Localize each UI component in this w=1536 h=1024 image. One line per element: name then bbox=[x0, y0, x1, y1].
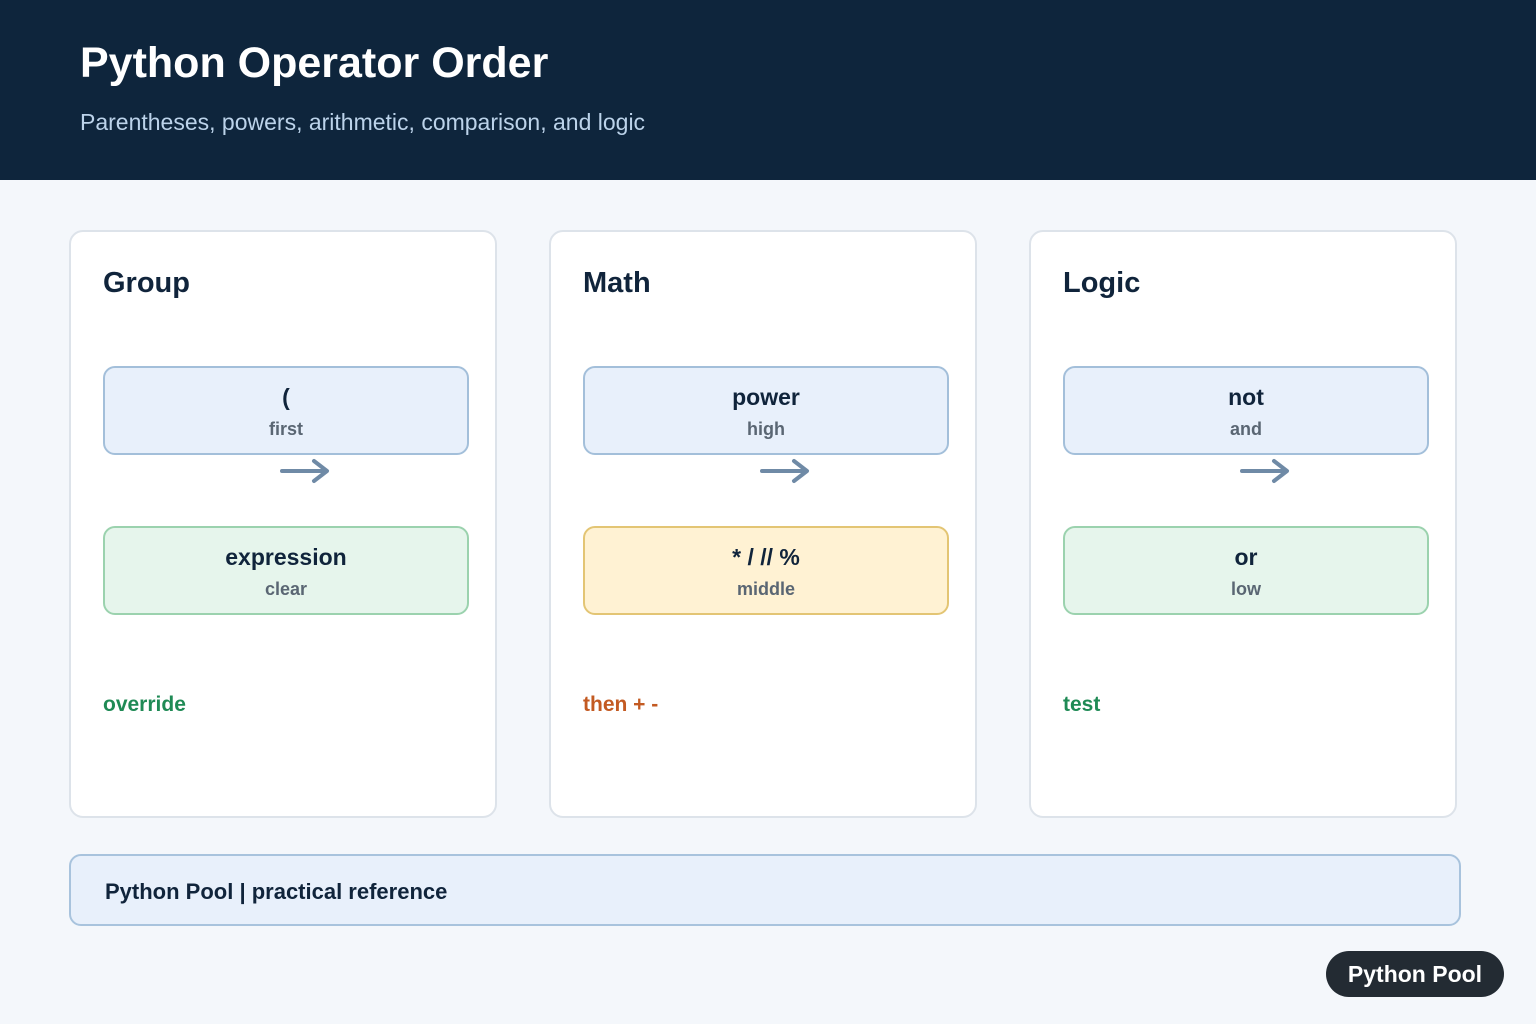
box-sub-label: and bbox=[1229, 419, 1262, 439]
arrow-right-icon bbox=[760, 459, 809, 483]
header: Python Operator Order Parentheses, power… bbox=[0, 0, 1536, 180]
page-title: Python Operator Order bbox=[80, 39, 549, 87]
box-main-label: ( bbox=[282, 384, 290, 410]
box-sub-label: clear bbox=[264, 579, 308, 599]
page-subtitle: Parentheses, powers, arithmetic, compari… bbox=[80, 109, 646, 135]
box-main-label: not bbox=[1228, 384, 1264, 410]
box-sub-label: low bbox=[1231, 579, 1261, 599]
arrow-right-icon bbox=[1240, 459, 1289, 483]
operator-box-first: ( first bbox=[103, 366, 469, 455]
box-sub-label: first bbox=[268, 419, 303, 439]
card-logic: Logic not and or low test bbox=[1029, 230, 1457, 818]
card-math: Math power high * / // % middle then + - bbox=[549, 230, 977, 818]
operator-box-second: or low bbox=[1063, 526, 1429, 615]
operator-box-first: power high bbox=[583, 366, 949, 455]
card-title: Group bbox=[103, 267, 190, 299]
box-main-label: power bbox=[732, 384, 800, 410]
box-main-label: or bbox=[1234, 544, 1258, 570]
box-sub-label: high bbox=[747, 419, 785, 439]
box-main-label: expression bbox=[225, 544, 347, 570]
brand-badge: Python Pool bbox=[1326, 951, 1504, 997]
arrow-right-icon bbox=[280, 459, 329, 483]
footer-text: Python Pool | practical reference bbox=[105, 879, 448, 904]
box-main-label: * / // % bbox=[732, 544, 800, 570]
card-note: override bbox=[103, 693, 186, 716]
card-note: then + - bbox=[583, 693, 659, 716]
card-group: Group ( first expression clear override bbox=[69, 230, 497, 818]
card-note: test bbox=[1063, 693, 1101, 716]
card-title: Math bbox=[583, 267, 651, 299]
operator-box-second: expression clear bbox=[103, 526, 469, 615]
box-sub-label: middle bbox=[736, 579, 795, 599]
card-title: Logic bbox=[1063, 267, 1141, 299]
footer-bar: Python Pool | practical reference bbox=[69, 854, 1461, 926]
operator-box-first: not and bbox=[1063, 366, 1429, 455]
operator-box-second: * / // % middle bbox=[583, 526, 949, 615]
